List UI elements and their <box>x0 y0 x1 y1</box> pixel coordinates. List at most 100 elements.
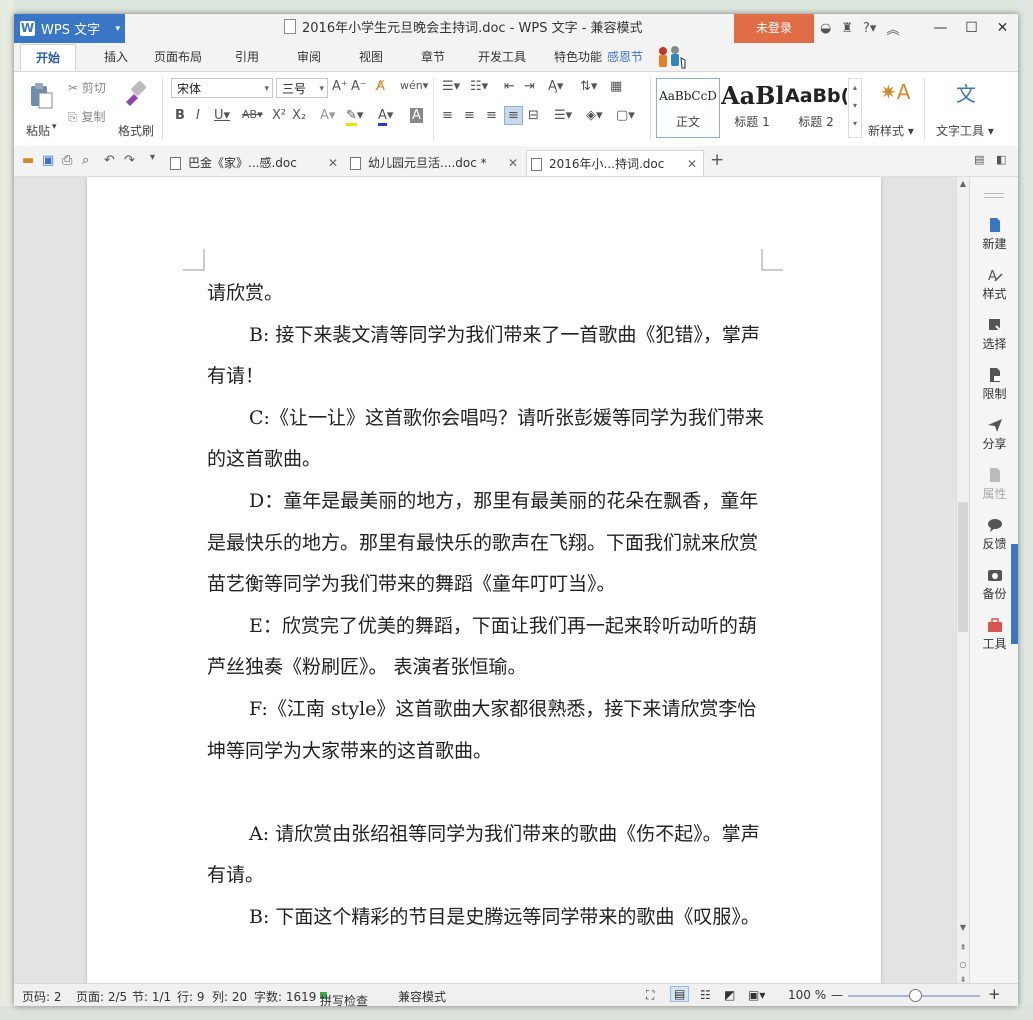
style-normal-label: 正文 <box>675 115 700 129</box>
panel-new[interactable]: 新建 <box>970 217 1018 252</box>
decrease-indent-icon[interactable]: ⇤ <box>504 79 515 94</box>
panel-restrict[interactable]: 限制 <box>970 367 1018 402</box>
italic-icon[interactable]: I <box>196 108 200 123</box>
panel-share[interactable]: 分享 <box>970 417 1018 452</box>
print-preview-icon[interactable]: ⌕ <box>82 153 89 168</box>
scrollbar-thumb[interactable] <box>958 502 968 632</box>
previous-page-icon[interactable]: ⇞ <box>957 943 969 952</box>
style-heading-1[interactable]: AaBl 标题 1 <box>720 78 784 138</box>
highlight-icon[interactable]: ✎▾ <box>346 108 363 126</box>
new-style-icon: ✷A <box>880 80 911 104</box>
superscript-icon[interactable]: X² <box>272 108 286 123</box>
zoom-level[interactable]: 100 % <box>788 988 826 1002</box>
tab-references[interactable]: 引用 <box>224 44 270 71</box>
web-view-icon[interactable]: ◩ <box>724 988 735 1002</box>
outline-view-icon[interactable]: ☷ <box>700 988 711 1002</box>
panel-styles[interactable]: A 样式 <box>970 267 1018 302</box>
shrink-font-icon[interactable]: A⁻ <box>351 79 367 94</box>
copy-button[interactable]: ⎘ 复制 <box>68 108 105 125</box>
select-browse-object-icon[interactable]: ○ <box>957 960 969 969</box>
restore-tabs-icon[interactable]: ◧ <box>996 153 1006 166</box>
skin-icon[interactable]: ♜ <box>841 21 853 36</box>
panel-properties[interactable]: 属性 <box>970 467 1018 502</box>
feedback-icon[interactable]: ◒ <box>820 21 831 36</box>
styles-scroll[interactable]: ▴ ▾ ▾ <box>848 78 862 138</box>
line-spacing-icon[interactable]: ☰▾ <box>554 108 572 123</box>
zoom-out-icon[interactable]: — <box>831 988 843 1002</box>
close-tab-icon[interactable]: ✕ <box>508 150 518 176</box>
app-menu-button[interactable]: W WPS 文字 ▾ <box>14 14 125 43</box>
clear-format-icon[interactable]: A̸ <box>376 79 385 94</box>
restore-button[interactable]: ☐ <box>956 14 987 43</box>
tab-chapter[interactable]: 章节 <box>410 44 456 71</box>
panel-expand-tab[interactable] <box>1011 544 1018 644</box>
open-folder-icon[interactable]: ▬ <box>22 153 34 168</box>
text-size-icon[interactable]: A̧▾ <box>548 79 563 94</box>
undo-icon[interactable]: ↶ <box>104 153 115 168</box>
close-button[interactable]: ✕ <box>987 14 1018 43</box>
reading-view-icon[interactable]: ▣▾ <box>748 988 765 1002</box>
document-page[interactable]: 请欣赏。 B: 接下来裴文清等同学为我们带来了一首歌曲《犯错》，掌声有请！ C:… <box>87 177 881 983</box>
scroll-down-icon[interactable]: ▼ <box>957 923 969 932</box>
save-icon[interactable]: ▣ <box>42 153 54 168</box>
phonetic-guide-icon[interactable]: wén▾ <box>400 79 428 92</box>
copy-icon: ⎘ <box>68 110 78 124</box>
style-normal[interactable]: AaBbCcD 正文 <box>656 78 720 138</box>
increase-indent-icon[interactable]: ⇥ <box>524 79 535 94</box>
tab-special-features[interactable]: 特色功能 <box>552 44 604 71</box>
bullet-list-icon[interactable]: ☰▾ <box>442 79 460 94</box>
panel-select[interactable]: 选择 <box>970 317 1018 352</box>
page-view-icon[interactable]: ▤ <box>670 986 690 1002</box>
tab-insert[interactable]: 插入 <box>92 44 140 71</box>
login-button[interactable]: 未登录 <box>734 14 814 43</box>
grow-font-icon[interactable]: A⁺ <box>332 79 348 94</box>
font-name-select[interactable]: 宋体 <box>171 78 273 99</box>
zoom-slider-thumb[interactable] <box>909 989 922 1002</box>
doc-tab-3[interactable]: 2016年小...持词.doc ✕ <box>526 150 704 176</box>
quick-access-dropdown-icon[interactable]: ▾ <box>150 152 155 163</box>
character-shading-icon[interactable]: A <box>410 108 423 123</box>
doc-tab-2[interactable]: 幼儿园元旦活....doc * ✕ <box>346 150 524 176</box>
zoom-in-icon[interactable]: + <box>988 985 1001 1003</box>
tab-page-layout[interactable]: 页面布局 <box>148 44 208 71</box>
close-tab-icon[interactable]: ✕ <box>687 151 697 177</box>
font-size-select[interactable]: 三号 <box>276 78 328 99</box>
tab-thanksgiving[interactable]: 感恩节 <box>604 44 646 71</box>
help-icon[interactable]: ?▾ <box>863 21 876 36</box>
tab-home[interactable]: 开始 <box>20 44 76 71</box>
font-color-icon[interactable]: A▾ <box>378 108 393 126</box>
minimize-button[interactable]: — <box>925 14 956 43</box>
vertical-scrollbar[interactable]: ▲ ▼ ⇞ ○ ⇟ <box>956 177 969 984</box>
tab-view[interactable]: 视图 <box>348 44 394 71</box>
print-icon[interactable]: ⎙ <box>62 153 72 168</box>
tab-list-icon[interactable]: ▤ <box>974 153 984 166</box>
close-tab-icon[interactable]: ✕ <box>328 150 338 176</box>
align-right-icon[interactable]: ≡ <box>486 108 497 123</box>
align-left-icon[interactable]: ≡ <box>442 108 453 123</box>
table-insert-icon[interactable]: ▦ <box>610 79 622 94</box>
doc-tab-1[interactable]: 巴金《家》...感.doc ✕ <box>166 150 344 176</box>
full-screen-view-icon[interactable]: ⛶ <box>646 988 654 1003</box>
style-heading-2[interactable]: AaBb( 标题 2 <box>784 78 848 138</box>
tab-developer[interactable]: 开发工具 <box>474 44 530 71</box>
text-effect-icon[interactable]: A▾ <box>320 108 335 123</box>
justify-icon[interactable]: ≡ <box>504 106 523 125</box>
numbered-list-icon[interactable]: ☷▾ <box>470 79 488 94</box>
status-word-count[interactable]: 字数: 1619 <box>254 988 316 1005</box>
redo-icon[interactable]: ↷ <box>124 153 135 168</box>
borders-icon[interactable]: ▢▾ <box>616 108 635 123</box>
copy-label: 复制 <box>81 110 106 124</box>
collapse-ribbon-icon[interactable]: ︽ <box>886 19 899 38</box>
shading-icon[interactable]: ◈▾ <box>586 108 603 123</box>
align-center-icon[interactable]: ≡ <box>464 108 475 123</box>
distribute-icon[interactable]: ⊟ <box>528 108 539 123</box>
subscript-icon[interactable]: X₂ <box>292 108 306 123</box>
cut-button[interactable]: ✂ 剪切 <box>68 79 106 96</box>
strikethrough-icon[interactable]: AB▾ <box>242 108 263 121</box>
scroll-up-icon[interactable]: ▲ <box>957 179 969 188</box>
bold-icon[interactable]: B <box>175 108 185 123</box>
new-tab-icon[interactable]: + <box>710 150 724 170</box>
tab-review[interactable]: 审阅 <box>286 44 332 71</box>
underline-icon[interactable]: U▾ <box>214 108 230 123</box>
sort-icon[interactable]: ⇅▾ <box>580 79 597 94</box>
